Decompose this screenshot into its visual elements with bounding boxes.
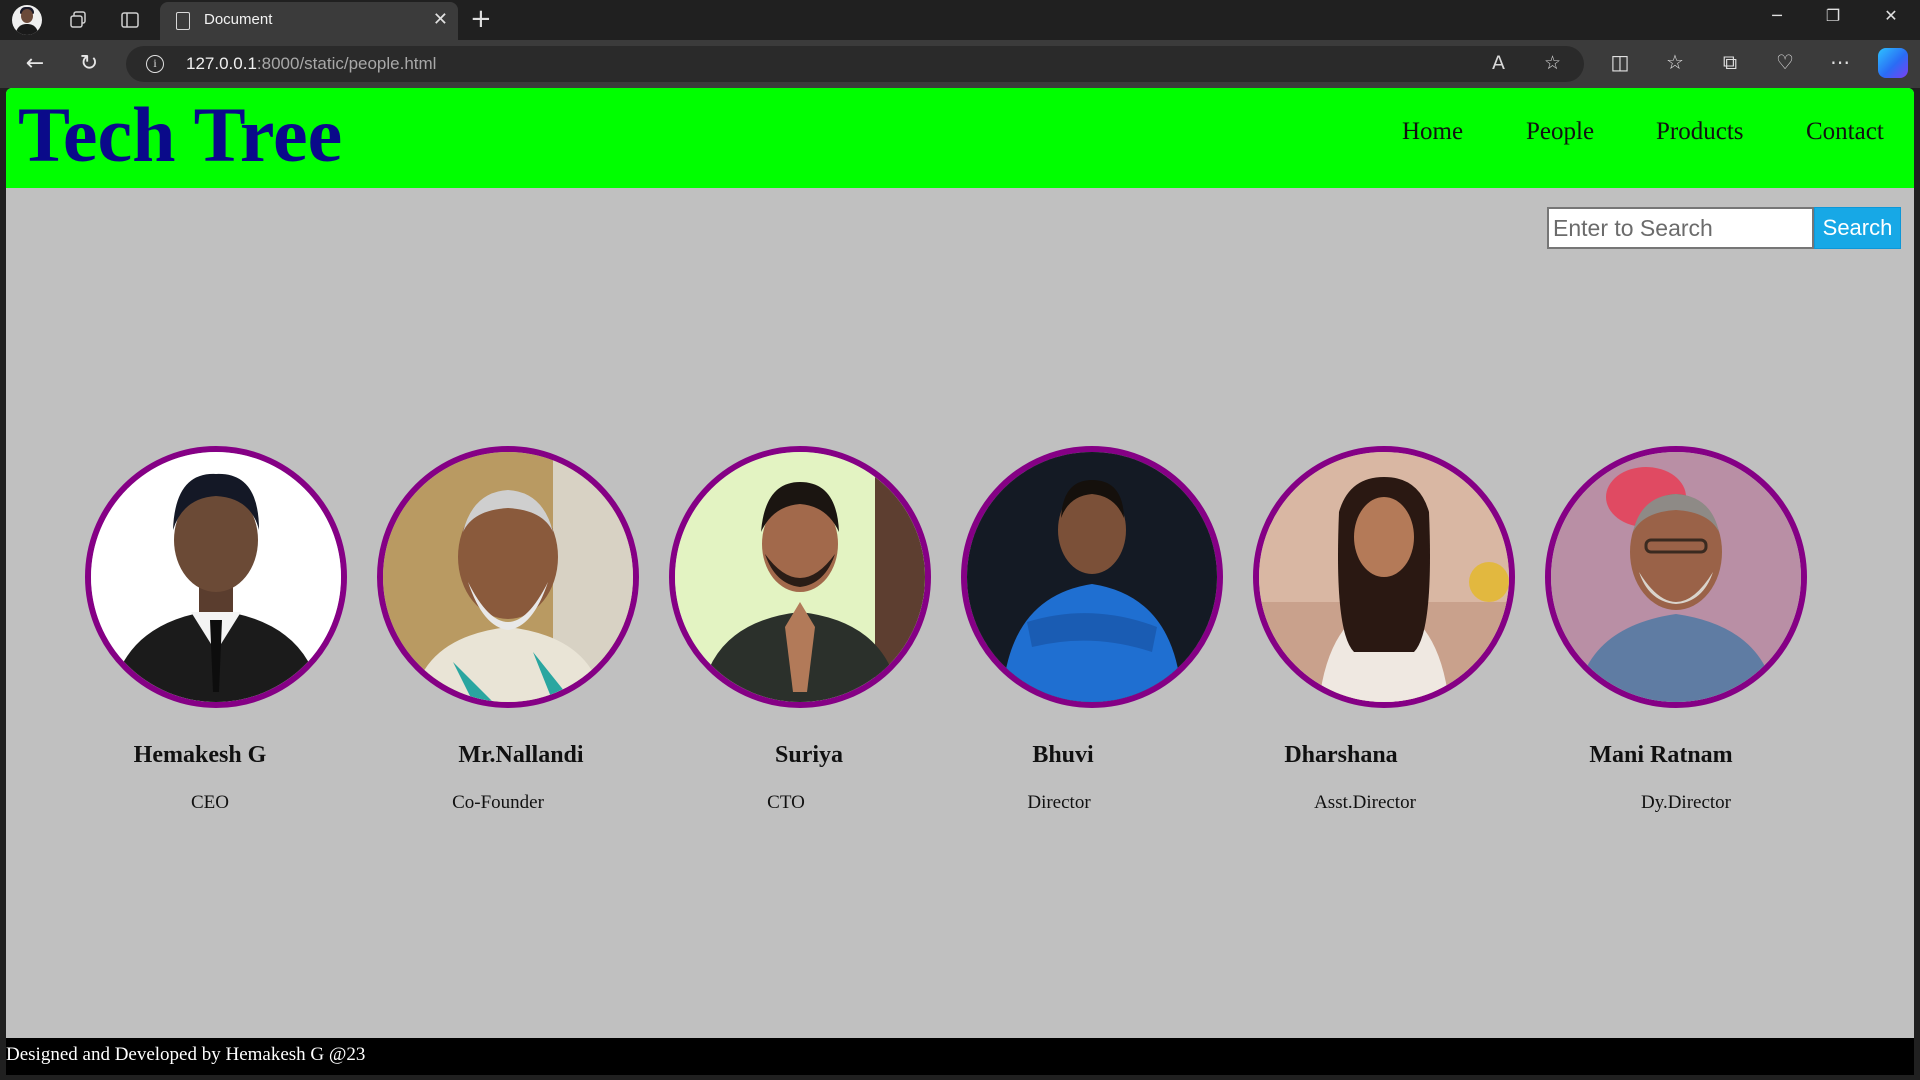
person-role: Dy.Director xyxy=(1640,792,1732,813)
tab-title: Document xyxy=(204,11,273,28)
reload-icon[interactable]: ↻ xyxy=(74,50,104,78)
person-photo-bhuvi xyxy=(961,446,1223,708)
favorite-star-icon[interactable]: ☆ xyxy=(1544,52,1561,74)
page-viewport: Tech Tree Home People Products Contact S… xyxy=(6,88,1914,1075)
browser-tab-strip: Document ✕ + ─ ❐ ✕ xyxy=(0,0,1920,40)
site-brand: Tech Tree xyxy=(18,91,343,178)
nav-contact[interactable]: Contact xyxy=(1806,118,1884,146)
person-name: Suriya xyxy=(774,742,844,768)
browser-essentials-icon[interactable]: ♡ xyxy=(1770,50,1800,74)
person-photo-nallandi xyxy=(377,446,639,708)
search-bar: Search xyxy=(1547,207,1901,249)
close-window-icon[interactable]: ✕ xyxy=(1876,6,1906,25)
restore-icon[interactable]: ❐ xyxy=(1818,6,1848,25)
nav-products[interactable]: Products xyxy=(1656,118,1744,146)
person-role: Director xyxy=(1027,792,1091,813)
window-bottom-edge xyxy=(0,1075,1920,1080)
back-icon[interactable]: ← xyxy=(20,50,50,78)
person-role: CEO xyxy=(191,792,229,813)
person-name: Mani Ratnam xyxy=(1589,742,1733,768)
person-name: Bhuvi xyxy=(1032,742,1094,768)
person-photo-suriya xyxy=(669,446,931,708)
person-role: Co-Founder xyxy=(452,792,544,813)
site-header: Tech Tree Home People Products Contact xyxy=(6,88,1914,188)
tab-actions-icon[interactable] xyxy=(116,6,144,34)
person-name: Hemakesh G xyxy=(133,742,267,768)
address-toolbar: ← ↻ i 127.0.0.1:8000/static/people.html … xyxy=(0,40,1920,88)
site-footer: Designed and Developed by Hemakesh G @23 xyxy=(6,1038,1914,1075)
footer-credit: Designed and Developed by Hemakesh G @23 xyxy=(6,1044,366,1065)
copilot-icon[interactable] xyxy=(1878,48,1908,78)
search-input[interactable] xyxy=(1547,207,1814,249)
person-role: Asst.Director xyxy=(1314,792,1416,813)
tab-document[interactable]: Document ✕ xyxy=(160,2,458,40)
person-photo-mani-ratnam xyxy=(1545,446,1807,708)
url-text[interactable]: 127.0.0.1:8000/static/people.html xyxy=(186,54,436,74)
person-photo-dharshana xyxy=(1253,446,1515,708)
nav-people[interactable]: People xyxy=(1526,118,1594,146)
favorites-icon[interactable]: ☆ xyxy=(1660,50,1690,74)
person-role: CTO xyxy=(767,792,805,813)
workspaces-icon[interactable] xyxy=(64,6,92,34)
split-screen-icon[interactable]: ◫ xyxy=(1605,50,1635,74)
new-tab-icon[interactable]: + xyxy=(470,4,492,34)
minimize-icon[interactable]: ─ xyxy=(1762,6,1792,25)
person-name: Mr.Nallandi xyxy=(458,742,584,768)
read-aloud-icon[interactable]: A xyxy=(1492,52,1505,74)
more-options-icon[interactable]: ⋯ xyxy=(1825,50,1855,74)
nav-home[interactable]: Home xyxy=(1402,118,1463,146)
person-photo-hemakesh xyxy=(85,446,347,708)
search-button[interactable]: Search xyxy=(1814,207,1901,249)
page-icon xyxy=(176,12,190,30)
site-info-icon[interactable]: i xyxy=(146,55,164,73)
collections-icon[interactable]: ⧉ xyxy=(1715,50,1745,74)
address-bar[interactable]: i 127.0.0.1:8000/static/people.html A ☆ xyxy=(126,46,1584,82)
person-name: Dharshana xyxy=(1284,742,1398,768)
profile-avatar[interactable] xyxy=(12,5,42,35)
close-tab-icon[interactable]: ✕ xyxy=(433,9,448,30)
